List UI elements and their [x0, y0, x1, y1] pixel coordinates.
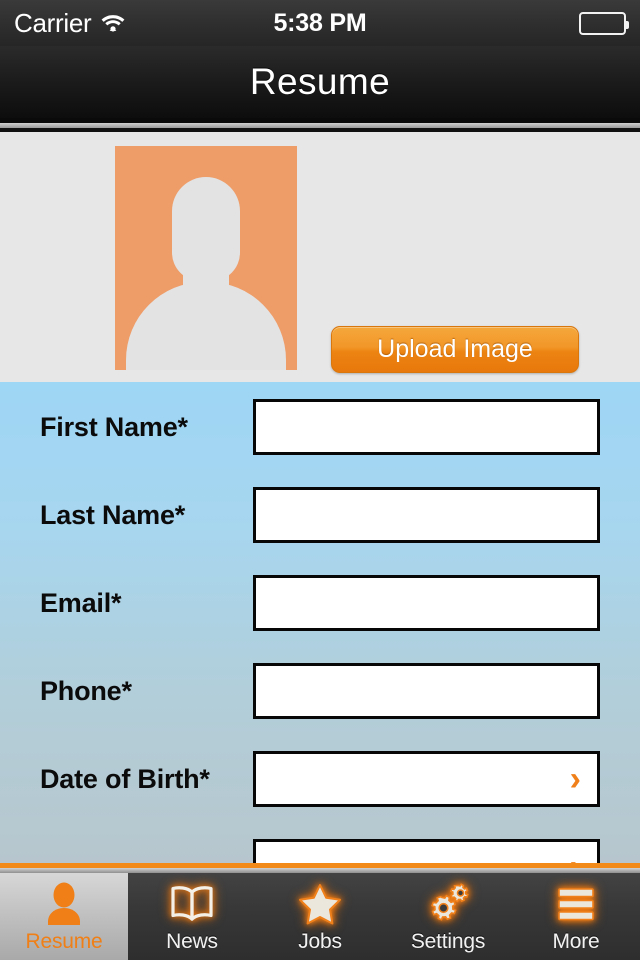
- tab-more[interactable]: More: [512, 873, 640, 960]
- star-icon: [297, 880, 343, 928]
- resume-form: First Name* Last Name* Email* Phone* Dat…: [0, 382, 640, 868]
- form-row-email: Email*: [0, 574, 640, 632]
- app-screen: Carrier 5:38 PM Resume Upload Image Firs…: [0, 0, 640, 960]
- tab-resume-label: Resume: [25, 929, 103, 953]
- form-row-last-name: Last Name*: [0, 486, 640, 544]
- status-bar-right: [367, 11, 640, 35]
- status-bar-time: 5:38 PM: [273, 8, 367, 37]
- email-input[interactable]: [253, 575, 600, 631]
- wifi-icon: [100, 13, 126, 33]
- first-name-label: First Name*: [40, 411, 188, 442]
- gears-icon: [424, 880, 472, 928]
- phone-input[interactable]: [253, 663, 600, 719]
- last-name-input[interactable]: [253, 487, 600, 543]
- date-of-birth-label: Date of Birth*: [40, 763, 210, 794]
- tab-bar: Resume News Jobs Settings More: [0, 873, 640, 960]
- tab-jobs[interactable]: Jobs: [256, 873, 384, 960]
- form-row-date-of-birth: Date of Birth* ›: [0, 750, 640, 808]
- chevron-right-icon: ›: [569, 760, 581, 798]
- page-title: Resume: [249, 61, 391, 102]
- phone-label: Phone*: [40, 675, 132, 706]
- last-name-label: Last Name*: [40, 499, 186, 530]
- status-bar-left: Carrier: [0, 8, 273, 39]
- tab-news[interactable]: News: [128, 873, 256, 960]
- tab-settings[interactable]: Settings: [384, 873, 512, 960]
- tab-news-label: News: [166, 929, 218, 953]
- person-placeholder-icon[interactable]: [115, 146, 297, 370]
- hamburger-icon: [553, 880, 599, 928]
- status-bar: Carrier 5:38 PM: [0, 0, 640, 46]
- photo-section: Upload Image: [0, 132, 640, 382]
- tab-jobs-label: Jobs: [298, 929, 342, 953]
- date-of-birth-input[interactable]: ›: [253, 751, 600, 807]
- tab-resume[interactable]: Resume: [0, 873, 128, 960]
- form-row-first-name: First Name*: [0, 398, 640, 456]
- email-label: Email*: [40, 587, 122, 618]
- tab-more-label: More: [552, 929, 600, 953]
- book-icon: [169, 880, 215, 928]
- carrier-label: Carrier: [14, 7, 92, 38]
- upload-image-button[interactable]: Upload Image: [331, 326, 579, 373]
- tab-settings-label: Settings: [410, 929, 486, 953]
- first-name-input[interactable]: [253, 399, 600, 455]
- battery-full-icon: [579, 11, 629, 35]
- person-icon: [41, 880, 87, 928]
- form-row-phone: Phone*: [0, 662, 640, 720]
- avatar-body-shape: [126, 282, 286, 370]
- navigation-bar: Resume: [0, 46, 640, 118]
- upload-image-button-label: Upload Image: [377, 335, 533, 363]
